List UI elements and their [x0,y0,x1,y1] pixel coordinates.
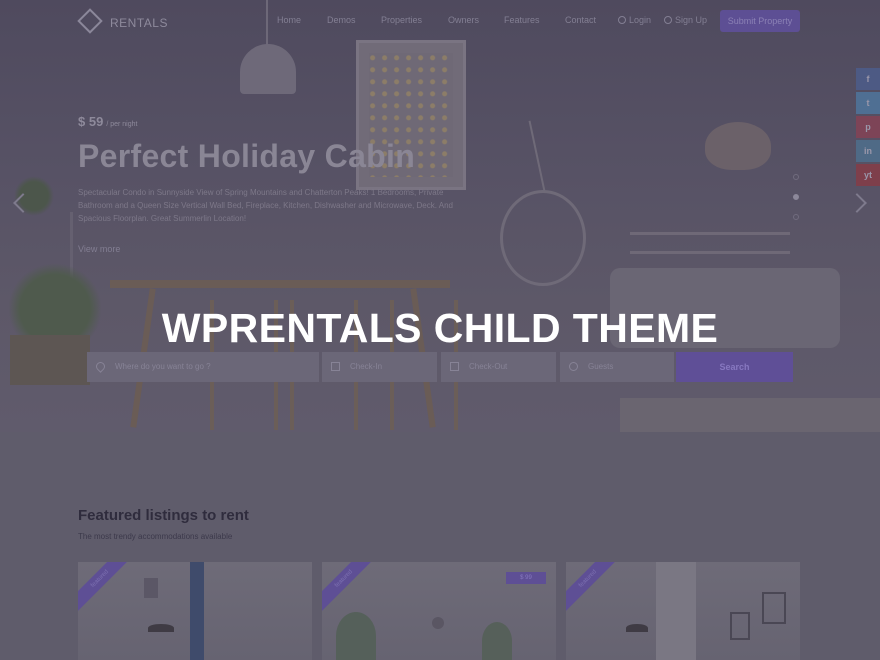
check-in-input[interactable]: Check-In [322,352,437,382]
nav-link-features[interactable]: Features [504,15,540,25]
pendant-lamp [240,44,296,94]
logo[interactable]: RENTALS [77,8,168,34]
dining-table [110,280,450,288]
location-pin-icon [94,360,107,373]
lamp [626,624,648,632]
slider-dot[interactable] [793,174,799,180]
submit-property-button[interactable]: Submit Property [720,10,800,32]
picture-frame [762,592,786,624]
price-unit: / per night [106,121,138,128]
youtube-glyph: yt [863,170,872,180]
curtain [190,562,204,660]
listing-card[interactable]: featured [566,562,800,660]
signup-link[interactable]: Sign Up [664,15,707,25]
search-button[interactable]: Search [676,352,793,382]
facebook-icon[interactable]: f [856,68,880,90]
guests-icon [569,362,578,371]
where-input[interactable]: Where do you want to go ? [87,352,319,382]
youtube-icon[interactable]: yt [856,164,880,186]
logo-text: RENTALS [110,16,168,30]
featured-title: Featured listings to rent [78,507,249,524]
facebook-glyph: f [866,74,870,84]
nav-link-contact[interactable]: Contact [565,15,596,25]
guests-placeholder: Guests [588,362,614,371]
hero-slider: RENTALS Home Demos Properties Owners Fea… [0,0,880,432]
lamp [148,624,174,632]
listing-card[interactable]: $ 99 featured [322,562,556,660]
page: RENTALS Home Demos Properties Owners Fea… [0,0,880,660]
calendar-icon [331,362,340,371]
mirror-strap [528,120,546,192]
check-out-input[interactable]: Check-Out [441,352,556,382]
theme-title: WPRENTALS CHILD THEME [161,305,719,351]
twitter-icon[interactable]: t [856,92,880,114]
guests-input[interactable]: Guests [560,352,674,382]
slider-next-icon[interactable] [847,193,867,213]
picture-frame [730,612,750,640]
nav-link-home[interactable]: Home [277,15,301,25]
top-nav: RENTALS Home Demos Properties Owners Fea… [0,0,880,42]
twitter-glyph: t [866,98,870,108]
price-value: $ 59 [78,114,104,129]
nav-link-properties[interactable]: Properties [381,15,422,25]
slider-dot-active[interactable] [793,194,799,200]
check-out-placeholder: Check-Out [469,362,508,371]
featured-subtitle: The most trendy accommodations available [78,532,233,541]
signup-label: Sign Up [675,15,708,25]
wall-basket [705,122,771,170]
wall-ornament [144,578,158,598]
linkedin-icon[interactable]: in [856,140,880,162]
pinterest-icon[interactable]: p [856,116,880,138]
plant [336,612,376,660]
featured-section: Featured listings to rent The most trend… [0,432,880,660]
where-placeholder: Where do you want to go ? [115,362,211,371]
listing-description: Spectacular Condo in Sunnyside View of S… [78,188,453,223]
logo-diamond-icon [77,8,103,34]
linkedin-glyph: in [864,146,872,156]
listing-price: $ 59/ per night [78,114,137,129]
nav-link-owners[interactable]: Owners [448,15,479,25]
plant [482,622,512,660]
calendar-icon [450,362,459,371]
nav-link-demos[interactable]: Demos [327,15,356,25]
round-mirror [500,190,586,286]
pinterest-glyph: p [865,122,871,132]
login-link[interactable]: Login [618,15,651,25]
user-icon [618,16,626,24]
window-light [656,562,696,660]
price-tag: $ 99 [506,572,546,584]
slider-dot[interactable] [793,214,799,220]
view-more-link[interactable]: View more [78,244,120,254]
check-in-placeholder: Check-In [350,362,383,371]
login-label: Login [629,15,652,25]
wall-shelf [630,232,790,254]
listing-title[interactable]: Perfect Holiday Cabin [78,138,415,175]
listing-card[interactable]: featured [78,562,312,660]
rug [620,398,880,432]
user-plus-icon [664,16,672,24]
pendant-lamp [432,617,444,629]
